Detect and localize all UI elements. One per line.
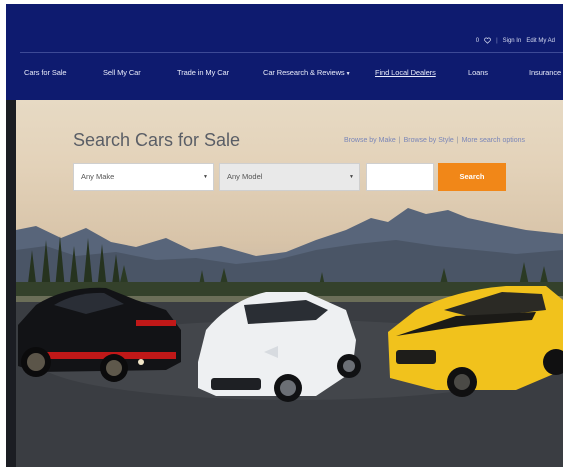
- zip-input[interactable]: [366, 163, 434, 191]
- saved-count: 0: [475, 37, 480, 44]
- more-search-options-link[interactable]: More search options: [462, 137, 525, 144]
- utility-separator: |: [496, 37, 498, 44]
- nav-loans[interactable]: Loans: [468, 68, 488, 77]
- edit-my-ad-link[interactable]: Edit My Ad: [526, 38, 555, 44]
- sign-in-link[interactable]: Sign In: [503, 38, 522, 44]
- nav-find-local-dealers[interactable]: Find Local Dealers: [375, 68, 436, 77]
- make-select[interactable]: Any Make ▼: [73, 163, 214, 191]
- main-nav: Cars for Sale Sell My Car Trade in My Ca…: [6, 68, 563, 82]
- caret-down-icon: ▼: [345, 71, 351, 77]
- nav-car-research-label: Car Research & Reviews: [263, 68, 345, 77]
- utility-bar: 0 | Sign In Edit My Ad: [476, 37, 555, 44]
- browse-by-make-link[interactable]: Browse by Make: [344, 137, 396, 144]
- nav-sell-my-car[interactable]: Sell My Car: [103, 68, 141, 77]
- hero-banner: [16, 100, 563, 467]
- search-links: Browse by Make | Browse by Style | More sear…: [344, 137, 525, 144]
- make-select-value: Any Make: [81, 172, 115, 181]
- page-title: Search Cars for Sale: [73, 130, 241, 150]
- search-button[interactable]: Search: [438, 163, 506, 191]
- chevron-down-icon: ▼: [349, 174, 354, 180]
- nav-car-research-reviews[interactable]: Car Research & Reviews▼: [263, 68, 351, 77]
- nav-insurance[interactable]: Insurance: [529, 68, 561, 77]
- site-header: 0 | Sign In Edit My Ad Cars for Sale Sel…: [6, 4, 563, 100]
- model-select-value: Any Model: [227, 172, 263, 181]
- link-separator: |: [456, 137, 459, 144]
- header-divider: [20, 52, 563, 53]
- nav-trade-in-my-car[interactable]: Trade in My Car: [177, 68, 229, 77]
- model-select[interactable]: Any Model ▼: [219, 163, 360, 191]
- hero-left-edge: [6, 100, 16, 467]
- nav-cars-for-sale[interactable]: Cars for Sale: [24, 68, 67, 77]
- link-separator: |: [398, 137, 401, 144]
- chevron-down-icon: ▼: [203, 174, 208, 180]
- heart-icon[interactable]: [484, 37, 491, 44]
- page-frame: 0 | Sign In Edit My Ad Cars for Sale Sel…: [6, 4, 563, 467]
- browse-by-style-link[interactable]: Browse by Style: [404, 137, 454, 144]
- hero-cars-illustration: [16, 208, 563, 467]
